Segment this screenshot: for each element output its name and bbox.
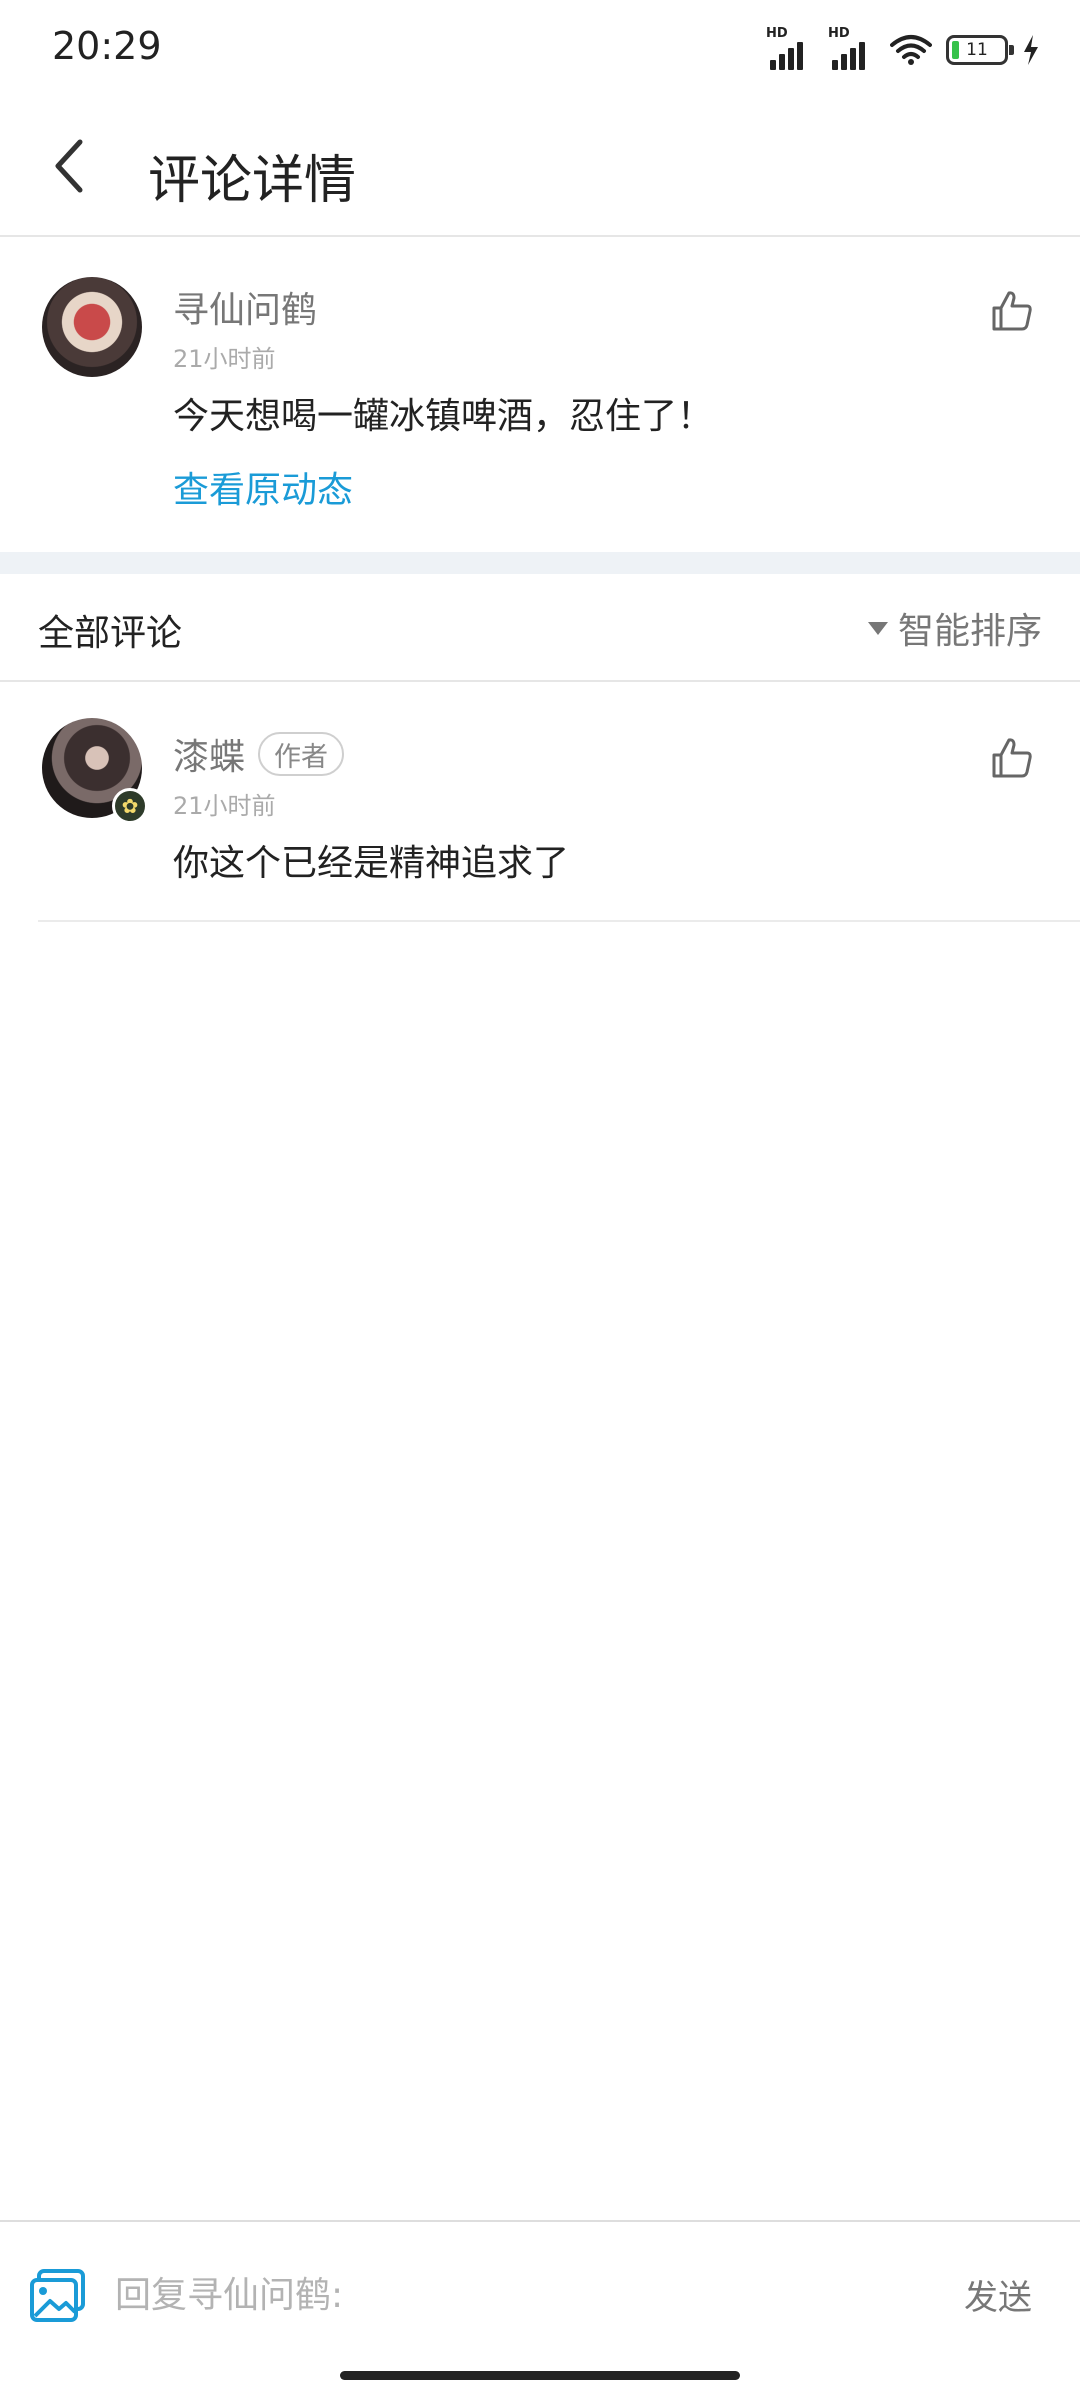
- reply-time: 21小时前: [173, 792, 276, 820]
- reply-content: 你这个已经是精神追求了: [173, 843, 570, 884]
- signal-hd-label: HD: [828, 26, 850, 41]
- page-title: 评论详情: [148, 151, 357, 211]
- thumbs-up-icon: [992, 738, 1032, 778]
- comment-username[interactable]: 寻仙问鹤: [173, 281, 317, 333]
- caret-down-icon: [867, 621, 888, 635]
- send-button[interactable]: 发送: [964, 2270, 1032, 2319]
- reply-input-bar: 发送: [0, 2220, 1080, 2360]
- comment-content: 今天想喝一罐冰镇啤酒，忍住了！: [173, 396, 714, 437]
- reply-item: ✿ 漆蝶 作者 21小时前 你这个已经是精神追求了: [0, 682, 1080, 922]
- home-indicator[interactable]: [340, 2371, 740, 2380]
- main-comment: 寻仙问鹤 21小时前 今天想喝一罐冰镇啤酒，忍住了！ 查看原动态: [0, 237, 1080, 552]
- wifi-icon: [890, 35, 932, 65]
- signal-icon: HD: [766, 26, 814, 70]
- reply-divider: [38, 920, 1080, 922]
- thumbs-up-icon: [992, 291, 1032, 331]
- status-bar: 20:29 HD HD 11: [0, 0, 1080, 100]
- signal-icon: HD: [828, 26, 876, 70]
- section-title: 全部评论: [38, 613, 183, 654]
- avatar[interactable]: [42, 277, 142, 377]
- comment-time: 21小时前: [173, 345, 276, 373]
- section-divider: [0, 552, 1080, 574]
- comment-detail-screen: 20:29 HD HD 11 评论详情 寻仙问鹤 21小时前 今天想喝一罐冰镇啤…: [0, 0, 1080, 2400]
- back-button[interactable]: [30, 126, 110, 206]
- image-button[interactable]: [28, 2268, 88, 2324]
- reply-input[interactable]: [115, 2260, 875, 2330]
- sort-label: 智能排序: [897, 611, 1042, 652]
- sort-button[interactable]: 智能排序: [867, 602, 1042, 654]
- like-button[interactable]: [980, 726, 1044, 790]
- header: 评论详情: [0, 100, 1080, 237]
- comments-section-header: 全部评论 智能排序: [0, 574, 1080, 682]
- reply-username[interactable]: 漆蝶: [173, 728, 245, 780]
- battery-level: 11: [966, 40, 988, 60]
- battery-icon: 11: [946, 35, 1014, 65]
- signal-hd-label: HD: [766, 26, 788, 41]
- like-button[interactable]: [980, 279, 1044, 343]
- status-time: 20:29: [52, 24, 162, 68]
- author-tag: 作者: [258, 732, 344, 776]
- view-original-link[interactable]: 查看原动态: [173, 461, 353, 513]
- image-icon: [30, 2269, 85, 2322]
- status-icons: HD HD 11: [766, 26, 1040, 72]
- badge-icon: ✿: [112, 788, 148, 824]
- charging-icon: [1024, 35, 1038, 65]
- chevron-left-icon: [55, 139, 83, 193]
